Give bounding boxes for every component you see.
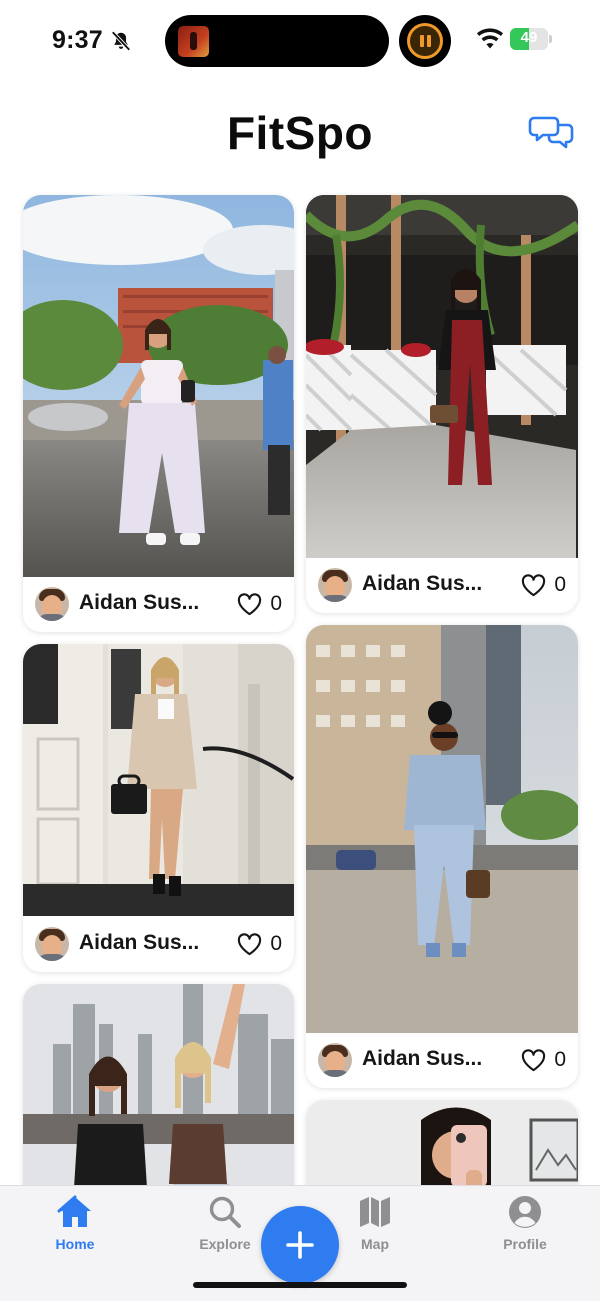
post-footer: Aidan Sus... 0 [23, 917, 294, 972]
status-time: 9:37 [52, 26, 103, 54]
wifi-icon [476, 28, 504, 49]
post-footer: Aidan Sus... 0 [306, 1033, 578, 1088]
outfit-photo[interactable] [23, 195, 294, 577]
dynamic-island[interactable] [165, 15, 389, 67]
battery-indicator: 49 [510, 28, 552, 50]
tab-label: Explore [199, 1236, 251, 1252]
outfit-photo[interactable] [306, 195, 578, 558]
timer-pause-icon [407, 23, 443, 59]
post-username[interactable]: Aidan Sus... [79, 931, 199, 955]
outfit-feed[interactable]: Aidan Sus... 0 Aidan Sus... 0 Aidan Sus.… [0, 190, 600, 1185]
heart-icon [522, 573, 546, 596]
battery-percent: 49 [520, 29, 538, 46]
outfit-post-card[interactable]: Aidan Sus... 0 [306, 625, 578, 1088]
app-title: FitSpo [226, 107, 374, 159]
like-count: 0 [554, 1048, 566, 1071]
like-button[interactable]: 0 [521, 1045, 566, 1075]
post-username[interactable]: Aidan Sus... [362, 1047, 482, 1071]
map-icon [360, 1197, 390, 1227]
home-indicator[interactable] [193, 1282, 407, 1288]
now-playing-artwork[interactable] [178, 26, 209, 57]
battery-cap [549, 35, 552, 43]
tab-label: Profile [503, 1236, 547, 1252]
tab-explore[interactable]: Explore [175, 1194, 275, 1254]
tab-label: Map [361, 1236, 389, 1252]
tab-map[interactable]: Map [325, 1194, 425, 1254]
post-username[interactable]: Aidan Sus... [362, 572, 482, 596]
outfit-photo[interactable] [306, 1100, 578, 1185]
status-bar: 9:37 49 [0, 0, 600, 80]
like-count: 0 [554, 573, 566, 596]
user-avatar[interactable] [318, 1043, 352, 1077]
outfit-post-card[interactable] [306, 1100, 578, 1185]
heart-icon [522, 1048, 546, 1071]
user-avatar[interactable] [35, 587, 69, 621]
create-post-button[interactable] [261, 1206, 339, 1284]
person-circle-icon [509, 1196, 541, 1228]
heart-icon [238, 932, 262, 955]
timer-live-activity[interactable] [399, 15, 451, 67]
outfit-post-card[interactable]: Aidan Sus... 0 [23, 644, 294, 972]
user-avatar[interactable] [318, 568, 352, 602]
post-username[interactable]: Aidan Sus... [79, 591, 199, 615]
like-button[interactable]: 0 [237, 929, 282, 959]
outfit-post-card[interactable]: Aidan Sus... 0 [306, 195, 578, 613]
outfit-photo[interactable] [306, 625, 578, 1033]
post-footer: Aidan Sus... 0 [306, 558, 578, 613]
like-count: 0 [270, 592, 282, 615]
tab-label: Home [55, 1236, 95, 1252]
house-icon [57, 1195, 91, 1227]
bell-slash-icon [111, 31, 131, 51]
outfit-photo[interactable] [23, 644, 294, 916]
plus-icon [286, 1231, 314, 1259]
outfit-post-card[interactable] [23, 984, 294, 1185]
tab-profile[interactable]: Profile [475, 1194, 575, 1254]
outfit-photo[interactable] [23, 984, 294, 1185]
like-button[interactable]: 0 [521, 570, 566, 600]
battery-body: 49 [510, 28, 548, 50]
chat-bubbles-icon[interactable] [528, 114, 576, 154]
like-count: 0 [270, 932, 282, 955]
like-button[interactable]: 0 [237, 589, 282, 619]
magnifying-glass-icon [209, 1196, 241, 1228]
heart-icon [238, 592, 262, 615]
outfit-post-card[interactable]: Aidan Sus... 0 [23, 195, 294, 632]
post-footer: Aidan Sus... 0 [23, 577, 294, 632]
tab-home[interactable]: Home [25, 1194, 125, 1254]
user-avatar[interactable] [35, 927, 69, 961]
